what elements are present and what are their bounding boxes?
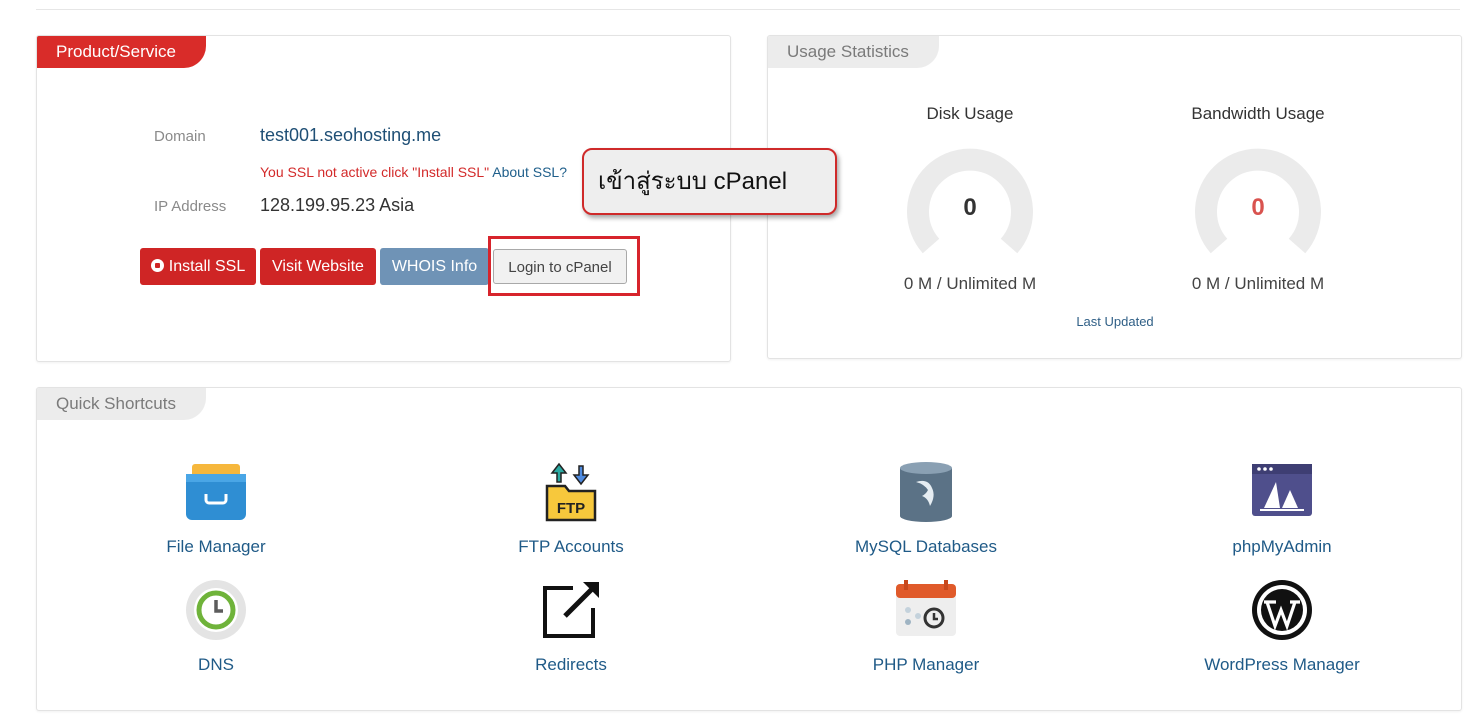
redirect-icon <box>543 582 599 638</box>
ip-address-value: 128.199.95.23 Asia <box>260 195 415 215</box>
bandwidth-usage-value: 0 <box>1251 194 1265 221</box>
shortcut-file-manager[interactable]: File Manager <box>86 460 346 557</box>
shortcut-mysql-databases[interactable]: MySQL Databases <box>796 460 1056 557</box>
ssl-warning: You SSL not active click "Install SSL" A… <box>260 164 567 180</box>
php-manager-icon <box>896 580 956 636</box>
wordpress-manager-label: WordPress Manager <box>1204 655 1360 674</box>
shortcut-php-manager[interactable]: PHP Manager <box>796 578 1056 675</box>
lock-icon <box>150 259 164 272</box>
whois-info-button[interactable]: WHOIS Info <box>380 248 489 285</box>
ssl-warning-text: You SSL not active click "Install SSL" <box>260 164 490 180</box>
shortcut-redirects[interactable]: Redirects <box>441 578 701 675</box>
last-updated-link[interactable]: Last Updated <box>1065 314 1165 329</box>
panel-title-usage: Usage Statistics <box>768 36 939 68</box>
install-ssl-button[interactable]: Install SSL <box>140 248 256 285</box>
about-ssl-link[interactable]: About SSL? <box>492 164 567 180</box>
bandwidth-usage-amount: 0 M / Unlimited M <box>1191 274 1325 293</box>
ftp-accounts-label: FTP Accounts <box>518 537 624 556</box>
panel-title-shortcuts: Quick Shortcuts <box>37 388 206 420</box>
mysql-icon <box>900 462 952 522</box>
domain-label: Domain <box>154 128 206 145</box>
login-cpanel-callout: เข้าสู่ระบบ cPanel <box>582 148 837 215</box>
dns-icon <box>186 580 246 640</box>
disk-usage-amount: 0 M / Unlimited M <box>903 274 1037 293</box>
file-manager-label: File Manager <box>166 537 266 556</box>
ip-address-label: IP Address <box>154 198 227 215</box>
mysql-databases-label: MySQL Databases <box>854 537 998 556</box>
shortcut-phpmyadmin[interactable]: phpMyAdmin <box>1152 460 1412 557</box>
panel-title-product: Product/Service <box>37 36 206 68</box>
disk-usage-title: Disk Usage <box>926 104 1014 123</box>
phpmyadmin-label: phpMyAdmin <box>1232 537 1332 556</box>
php-manager-label: PHP Manager <box>872 655 980 674</box>
ftp-icon: FTP <box>545 462 597 522</box>
usage-statistics-panel: Usage Statistics Disk Usage 0 0 M / Unli… <box>767 35 1462 359</box>
phpmyadmin-icon <box>1252 464 1312 516</box>
shortcut-wordpress-manager[interactable]: WordPress Manager <box>1152 578 1412 675</box>
shortcut-dns[interactable]: DNS <box>86 578 346 675</box>
wordpress-icon <box>1252 580 1312 640</box>
top-divider <box>36 9 1460 10</box>
domain-link[interactable]: test001.seohosting.me <box>260 125 441 146</box>
svg-text:FTP: FTP <box>557 500 585 517</box>
redirects-label: Redirects <box>535 655 607 674</box>
bandwidth-usage-title: Bandwidth Usage <box>1191 104 1325 123</box>
file-manager-icon <box>186 464 246 520</box>
visit-website-button[interactable]: Visit Website <box>260 248 376 285</box>
install-ssl-label: Install SSL <box>168 258 246 275</box>
shortcut-ftp-accounts[interactable]: FTP FTP Accounts <box>441 460 701 557</box>
quick-shortcuts-panel: Quick Shortcuts File Manager FTP FTP Acc… <box>36 387 1462 711</box>
dns-label: DNS <box>198 655 234 674</box>
disk-usage-value: 0 <box>963 194 977 221</box>
login-highlight-frame <box>488 236 640 296</box>
